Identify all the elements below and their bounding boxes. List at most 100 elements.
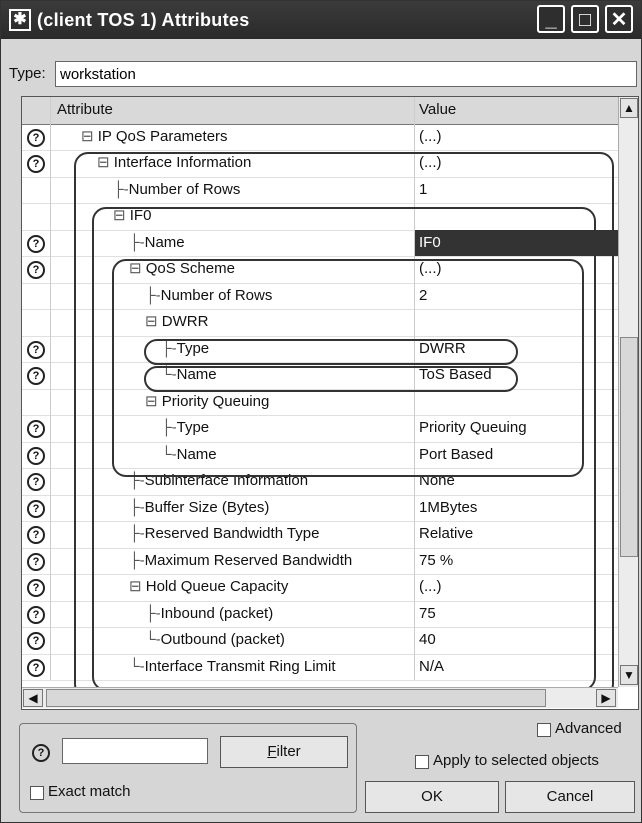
value-cell[interactable]: DWRR <box>414 335 618 362</box>
table-row[interactable]: ⊟ DWRR <box>22 309 618 337</box>
help-icon[interactable]: ? <box>27 632 45 650</box>
attribute-column-header[interactable]: Attribute <box>50 97 414 124</box>
help-cell[interactable]: ? <box>22 495 50 522</box>
help-cell[interactable]: ? <box>22 415 50 442</box>
help-icon[interactable]: ? <box>27 155 45 173</box>
value-cell[interactable]: None <box>414 468 618 495</box>
table-row[interactable]: ├-Number of Rows 2 <box>22 282 618 310</box>
table-row[interactable]: ? ├-Type DWRR <box>22 335 618 363</box>
value-cell[interactable]: Relative <box>414 521 618 548</box>
value-cell[interactable]: (...) <box>414 256 618 283</box>
table-row[interactable]: ? ⊟ Interface Information (...) <box>22 150 618 178</box>
collapse-icon[interactable]: ⊟ <box>129 260 146 277</box>
value-cell[interactable] <box>414 388 618 415</box>
table-row[interactable]: ? ├-Buffer Size (Bytes) 1MBytes <box>22 494 618 522</box>
table-row[interactable]: ? ├-Name IF0 <box>22 229 618 257</box>
value-cell[interactable]: Port Based <box>414 441 618 468</box>
help-cell[interactable]: ? <box>22 548 50 575</box>
help-cell[interactable]: ? <box>22 627 50 654</box>
value-cell[interactable] <box>414 203 618 230</box>
value-cell[interactable]: (...) <box>414 123 618 150</box>
table-row[interactable]: ⊟ Priority Queuing <box>22 388 618 416</box>
help-cell[interactable]: ? <box>22 124 50 151</box>
scroll-left-icon[interactable]: ◀ <box>23 689 43 707</box>
table-row[interactable]: ? └-Outbound (packet) 40 <box>22 627 618 655</box>
collapse-icon[interactable]: ⊟ <box>113 207 130 224</box>
help-icon[interactable]: ? <box>27 420 45 438</box>
help-cell[interactable]: ? <box>22 230 50 257</box>
value-cell[interactable]: ToS Based <box>414 362 618 389</box>
help-cell[interactable]: ? <box>22 442 50 469</box>
maximize-icon[interactable]: □ <box>571 5 599 33</box>
table-row[interactable]: ? ├-Inbound (packet) 75 <box>22 600 618 628</box>
table-row[interactable]: ? ⊟ Hold Queue Capacity (...) <box>22 574 618 602</box>
scroll-up-icon[interactable]: ▲ <box>620 98 638 118</box>
advanced-checkbox[interactable] <box>537 723 551 737</box>
value-cell[interactable]: 40 <box>414 627 618 654</box>
help-cell[interactable]: ? <box>22 362 50 389</box>
table-row[interactable]: ? ├-Type Priority Queuing <box>22 415 618 443</box>
cancel-button[interactable]: Cancel <box>505 781 635 813</box>
help-icon[interactable]: ? <box>27 526 45 544</box>
scroll-down-icon[interactable]: ▼ <box>620 665 638 685</box>
scroll-right-icon[interactable]: ▶ <box>596 689 616 707</box>
table-row[interactable]: ? └-Name ToS Based <box>22 362 618 390</box>
filter-button[interactable]: Filter <box>220 736 348 768</box>
help-cell[interactable]: ? <box>22 521 50 548</box>
help-icon[interactable]: ? <box>32 744 50 762</box>
value-cell[interactable]: N/A <box>414 653 618 680</box>
horizontal-scrollbar[interactable]: ◀ ▶ <box>22 687 618 708</box>
collapse-icon[interactable]: ⊟ <box>97 154 114 171</box>
help-icon[interactable]: ? <box>27 367 45 385</box>
table-row[interactable]: ? └-Name Port Based <box>22 441 618 469</box>
value-cell[interactable]: 75 <box>414 600 618 627</box>
value-cell[interactable]: (...) <box>414 150 618 177</box>
help-icon[interactable]: ? <box>27 499 45 518</box>
value-cell[interactable]: 2 <box>414 282 618 309</box>
help-icon[interactable]: ? <box>27 128 45 147</box>
help-icon[interactable]: ? <box>27 473 45 491</box>
help-icon[interactable]: ? <box>27 605 45 624</box>
exact-match-checkbox[interactable] <box>30 786 44 800</box>
collapse-icon[interactable]: ⊟ <box>129 578 146 595</box>
value-cell[interactable]: IF0 <box>414 229 618 256</box>
table-row[interactable]: ? ├-Subinterface Information None <box>22 468 618 496</box>
filter-input[interactable] <box>62 738 208 764</box>
table-row[interactable]: ├-Number of Rows 1 <box>22 176 618 204</box>
help-cell[interactable]: ? <box>22 574 50 601</box>
table-row[interactable]: ⊟ IF0 <box>22 203 618 231</box>
table-row[interactable]: ? ⊟ QoS Scheme (...) <box>22 256 618 284</box>
value-column-header[interactable]: Value <box>414 97 618 124</box>
help-cell[interactable]: ? <box>22 601 50 628</box>
help-cell[interactable]: ? <box>22 150 50 177</box>
type-field[interactable] <box>55 61 637 87</box>
minimize-icon[interactable]: _ <box>537 5 565 33</box>
help-icon[interactable]: ? <box>27 234 45 253</box>
horizontal-scroll-thumb[interactable] <box>46 689 546 707</box>
help-icon[interactable]: ? <box>27 658 45 677</box>
help-icon[interactable]: ? <box>27 340 45 359</box>
ok-button[interactable]: OK <box>365 781 499 813</box>
help-icon[interactable]: ? <box>27 446 45 465</box>
table-row[interactable]: ? ⊟ IP QoS Parameters (...) <box>22 123 618 151</box>
help-cell[interactable]: ? <box>22 336 50 363</box>
vertical-scrollbar[interactable]: ▲ ▼ <box>618 97 638 687</box>
value-cell[interactable]: 1MBytes <box>414 494 618 521</box>
collapse-icon[interactable]: ⊟ <box>81 128 98 145</box>
value-cell[interactable]: (...) <box>414 574 618 601</box>
vertical-scroll-thumb[interactable] <box>620 337 638 557</box>
title-bar[interactable]: ✱ (client TOS 1) Attributes _ □ ✕ <box>1 1 641 39</box>
value-cell[interactable]: 1 <box>414 176 618 203</box>
help-cell[interactable]: ? <box>22 468 50 495</box>
value-cell[interactable]: Priority Queuing <box>414 415 618 442</box>
value-cell[interactable] <box>414 309 618 336</box>
table-row[interactable]: ? └-Interface Transmit Ring Limit N/A <box>22 653 618 681</box>
table-row[interactable]: ? ├-Maximum Reserved Bandwidth 75 % <box>22 547 618 575</box>
close-icon[interactable]: ✕ <box>605 5 633 33</box>
table-row[interactable]: ? ├-Reserved Bandwidth Type Relative <box>22 521 618 549</box>
help-cell[interactable]: ? <box>22 256 50 283</box>
collapse-icon[interactable]: ⊟ <box>145 313 162 330</box>
collapse-icon[interactable]: ⊟ <box>145 393 162 410</box>
value-cell[interactable]: 75 % <box>414 547 618 574</box>
help-icon[interactable]: ? <box>27 261 45 279</box>
